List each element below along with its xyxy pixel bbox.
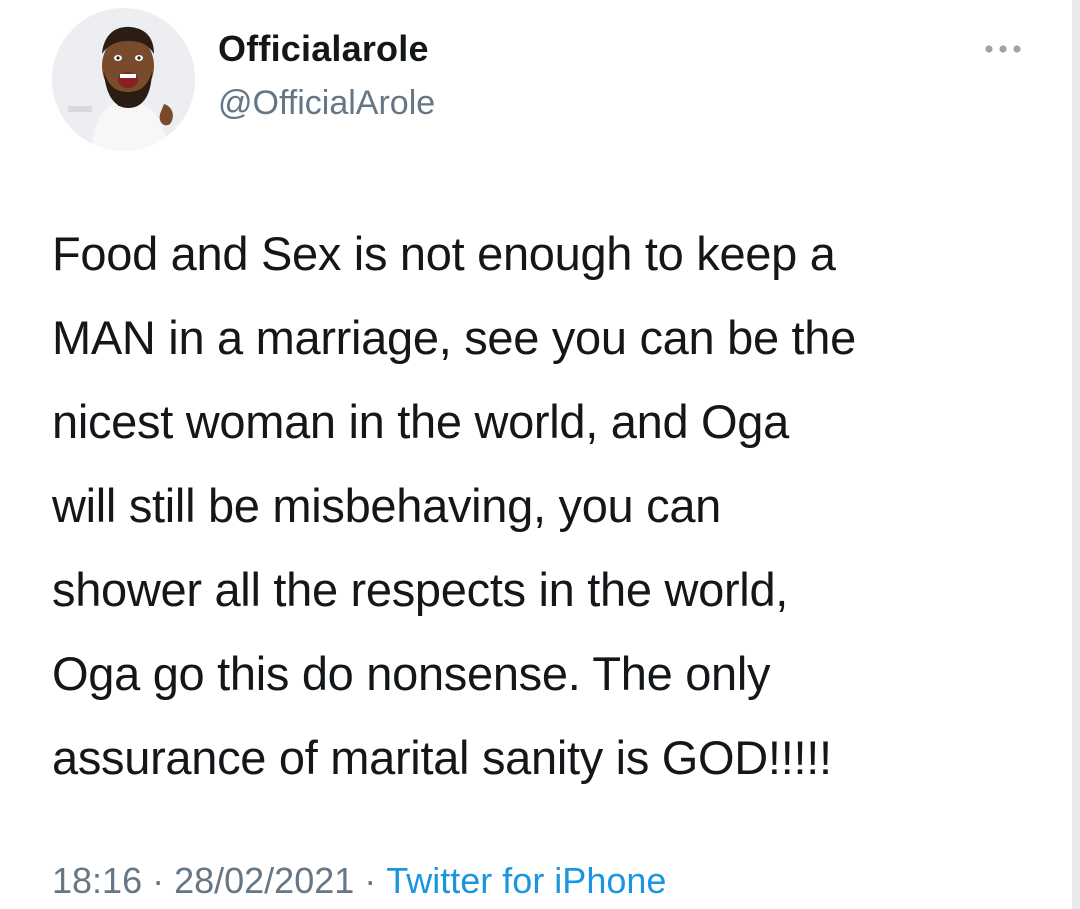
author-avatar[interactable]	[52, 8, 195, 151]
tweet-metadata: 18:16 · 28/02/2021 · Twitter for iPhone	[52, 860, 666, 902]
meta-separator: ·	[152, 860, 165, 901]
window-edge	[1072, 0, 1080, 909]
tweet-source-link[interactable]: Twitter for iPhone	[386, 860, 666, 901]
meta-separator: ·	[364, 860, 377, 901]
author-display-name[interactable]: Officialarole	[218, 28, 429, 70]
more-options-button[interactable]	[980, 34, 1026, 64]
tweet-time[interactable]: 18:16	[52, 860, 142, 901]
author-handle[interactable]: @OfficialArole	[218, 84, 435, 123]
tweet-text: Food and Sex is not enough to keep a MAN…	[52, 227, 856, 784]
more-options-icon	[985, 45, 1021, 53]
avatar-photo-icon	[52, 8, 195, 151]
tweet-date[interactable]: 28/02/2021	[174, 860, 354, 901]
